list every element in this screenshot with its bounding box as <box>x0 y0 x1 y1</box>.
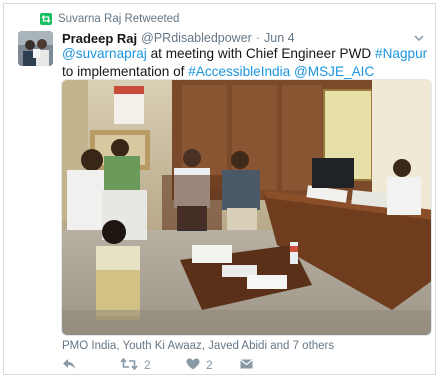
hashtag-link[interactable]: #AccessibleIndia <box>188 64 290 79</box>
author-handle[interactable]: @PRdisabledpower <box>141 31 252 45</box>
hashtag-link[interactable]: #Nagpur <box>375 46 427 61</box>
tweet-card[interactable]: Suvarna Raj Retweeted Pradeep Raj @PRdis… <box>3 3 436 375</box>
tweet-actions: 2 2 <box>62 357 260 373</box>
retweet-context-label: Suvarna Raj Retweeted <box>58 13 180 25</box>
header-separator: · <box>255 31 260 45</box>
retweet-context[interactable]: Suvarna Raj Retweeted <box>40 12 179 26</box>
direct-message-button[interactable] <box>240 358 260 372</box>
avatar[interactable] <box>18 31 53 66</box>
retweet-action-icon <box>120 357 138 373</box>
tweet-photo[interactable] <box>61 79 432 336</box>
tweet-text-segment: to implementation of <box>62 64 189 79</box>
reply-button[interactable] <box>62 358 102 373</box>
likers-text[interactable]: PMO India, Youth Ki Awaaz, Javed Abidi a… <box>62 340 334 352</box>
tweet-date[interactable]: Jun 4 <box>264 31 295 45</box>
retweet-button[interactable]: 2 <box>120 357 178 373</box>
retweet-icon <box>40 13 52 25</box>
mention-link[interactable]: @MSJE_AIC <box>294 64 374 79</box>
heart-icon <box>186 358 200 373</box>
mention-link[interactable]: @suvarnapraj <box>62 46 147 61</box>
like-count: 2 <box>206 358 213 372</box>
reply-icon <box>62 358 76 373</box>
tweet-text-segment: at meeting with Chief Engineer PWD <box>146 46 376 61</box>
tweet-header: Pradeep Raj @PRdisabledpower · Jun 4 <box>62 30 425 46</box>
author-name[interactable]: Pradeep Raj <box>62 31 137 46</box>
chevron-down-icon[interactable] <box>413 32 425 44</box>
retweet-count: 2 <box>144 358 151 372</box>
like-button[interactable]: 2 <box>186 358 236 373</box>
envelope-icon <box>240 358 253 372</box>
